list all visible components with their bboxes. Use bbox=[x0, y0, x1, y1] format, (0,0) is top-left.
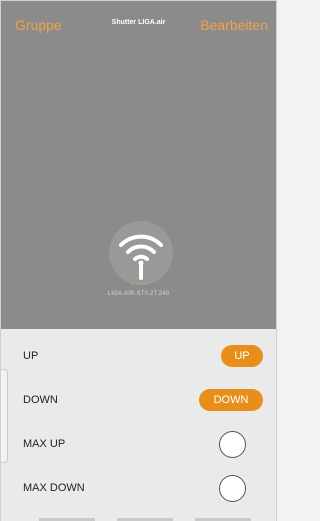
group-button[interactable]: Gruppe bbox=[15, 17, 62, 33]
control-row-down: DOWN DOWN bbox=[1, 378, 276, 422]
control-row-max-up: MAX UP bbox=[1, 422, 276, 466]
control-row-max-down: MAX DOWN bbox=[1, 466, 276, 510]
controls-panel: UP UP DOWN DOWN MAX UP MAX DOWN bbox=[1, 329, 276, 521]
control-label: UP bbox=[23, 350, 39, 362]
up-button[interactable]: UP bbox=[221, 345, 263, 367]
down-button[interactable]: DOWN bbox=[199, 389, 263, 411]
bottom-bar bbox=[1, 516, 278, 521]
control-label: MAX UP bbox=[23, 438, 66, 450]
control-row-up: UP UP bbox=[1, 334, 276, 378]
rating-stars: ★★★★ bbox=[130, 281, 149, 286]
page-title: Shutter LIGA.air bbox=[111, 19, 166, 26]
wifi-icon bbox=[119, 234, 163, 280]
max-down-toggle[interactable] bbox=[219, 474, 246, 502]
control-label: MAX DOWN bbox=[23, 482, 85, 494]
app-window: Gruppe Shutter LIGA.air Bearbeiten ★★★★ … bbox=[0, 0, 277, 521]
edit-button[interactable]: Bearbeiten bbox=[200, 17, 268, 33]
side-edge-handle[interactable] bbox=[1, 369, 8, 463]
navigation-bar: Gruppe Shutter LIGA.air Bearbeiten bbox=[1, 1, 276, 49]
control-label: DOWN bbox=[23, 394, 58, 406]
device-id-label: LIGA.AIR.ST0.2T.240 bbox=[107, 291, 170, 297]
device-view: Gruppe Shutter LIGA.air Bearbeiten ★★★★ … bbox=[1, 1, 276, 329]
max-up-toggle[interactable] bbox=[219, 430, 246, 458]
device-badge[interactable] bbox=[109, 221, 173, 285]
